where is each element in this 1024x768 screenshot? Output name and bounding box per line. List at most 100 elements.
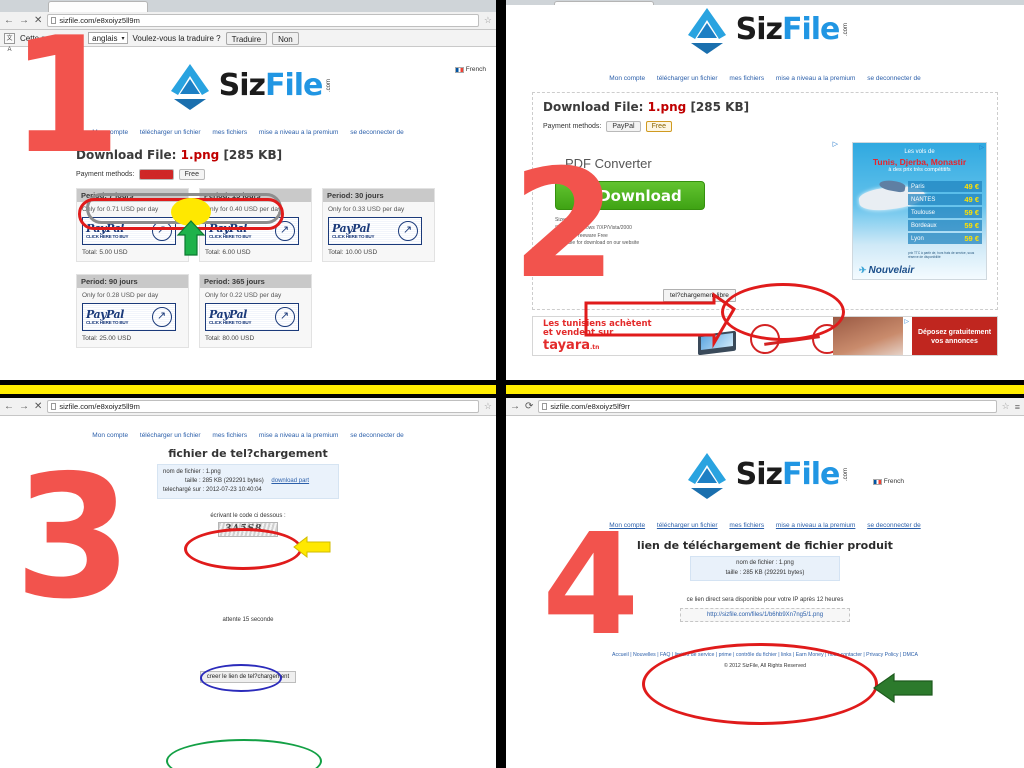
language-indicator-4[interactable]: French bbox=[872, 478, 904, 485]
annotation-red-oval-4 bbox=[642, 643, 878, 725]
payment-free-tab-1[interactable]: Free bbox=[178, 169, 205, 180]
ad-choices-icon[interactable]: ▷ bbox=[904, 318, 909, 325]
nav-item-deconnecter[interactable]: se deconnecter de bbox=[867, 75, 920, 82]
paypal-buy-button[interactable]: PayPal CLICK HERE TO BUY bbox=[82, 303, 176, 331]
bookmark-star-icon[interactable]: ☆ bbox=[1002, 401, 1010, 412]
ad-download-button[interactable]: ⬇ Download bbox=[555, 181, 705, 210]
nav-item-mon-compte[interactable]: Mon compte bbox=[92, 432, 128, 439]
annotation-red-oval-2 bbox=[721, 283, 845, 341]
banner-cta[interactable]: Déposez gratuitement vos annonces bbox=[912, 317, 997, 355]
address-bar-1[interactable]: sizfile.com/e8xoiyz5ll9m bbox=[47, 14, 479, 27]
pricing-card[interactable]: Period: 30 jours Only for 0.33 USD per d… bbox=[322, 188, 435, 262]
translate-button[interactable]: Traduire bbox=[225, 31, 268, 45]
nav-item-mes-fichiers[interactable]: mes fichiers bbox=[729, 75, 764, 82]
footer-link-dmca[interactable]: DMCA bbox=[903, 652, 918, 658]
payment-methods-label: Payment methods: bbox=[76, 171, 135, 178]
browser-navbar-4: → ⟳ sizfile.com/e8xoiyz5lf9rr ☆ ≡ bbox=[506, 398, 1024, 416]
site-logo-1[interactable]: SizFile .com bbox=[0, 61, 496, 111]
ad-meta-license: License: Freeware Free bbox=[555, 232, 608, 239]
nav-item-mes-fichiers[interactable]: mes fichiers bbox=[212, 432, 247, 439]
paypal-sublabel: CLICK HERE TO BUY bbox=[86, 233, 129, 239]
ad-choices-icon[interactable]: ▷ bbox=[833, 140, 838, 148]
footer-link-nouvelles[interactable]: Nouvelles bbox=[633, 652, 656, 658]
price-row: Toulouse 59 € bbox=[908, 207, 982, 218]
sky-ad-container[interactable]: ▷ Les vols de Tunis, Djerba, Monastir à … bbox=[852, 142, 987, 280]
translate-language-select[interactable]: anglais bbox=[88, 32, 128, 45]
bookmark-star-icon[interactable]: ☆ bbox=[484, 401, 492, 412]
nav-item-telecharger[interactable]: télécharger un fichier bbox=[657, 522, 718, 529]
back-icon[interactable]: ← bbox=[4, 401, 14, 412]
browser-menu-icon[interactable]: ≡ bbox=[1015, 402, 1020, 412]
paypal-buy-button[interactable]: PayPal CLICK HERE TO BUY bbox=[205, 303, 299, 331]
site-logo-4[interactable]: SizFile .com bbox=[506, 450, 1024, 500]
site-wordmark: SizFile bbox=[736, 15, 841, 45]
nav-item-mon-compte[interactable]: Mon compte bbox=[609, 522, 645, 529]
forward-icon[interactable]: → bbox=[19, 401, 29, 412]
footer-link-privacy[interactable]: Privacy Policy bbox=[866, 652, 898, 658]
nav-item-mes-fichiers[interactable]: mes fichiers bbox=[212, 129, 247, 136]
stop-icon[interactable]: ✕ bbox=[34, 401, 42, 412]
ad-download-label: Download bbox=[598, 186, 682, 205]
address-bar-url: sizfile.com/e8xoiyz5ll9m bbox=[59, 402, 140, 411]
pricing-card[interactable]: Period: 90 jours Only for 0.28 USD per d… bbox=[76, 274, 189, 348]
main-nav-1: Mon compte télécharger un fichier mes fi… bbox=[0, 129, 496, 136]
file-name-row: nom de fichier : 1.png bbox=[163, 469, 221, 475]
nav-item-mon-compte[interactable]: Mon compte bbox=[92, 129, 128, 136]
forward-icon[interactable]: → bbox=[19, 15, 29, 26]
pricing-cards-row-2: Period: 90 jours Only for 0.28 USD per d… bbox=[76, 274, 496, 348]
price-city: Bordeaux bbox=[911, 222, 937, 229]
translate-bar-1: 文A Cette page est en anglais Voulez-vous… bbox=[0, 30, 496, 53]
browser-navbar-3: ← → ✕ sizfile.com/e8xoiyz5ll9m ☆ bbox=[0, 398, 496, 416]
bookmark-star-icon[interactable]: ☆ bbox=[484, 15, 492, 26]
nav-item-premium[interactable]: mise a niveau a la premium bbox=[776, 75, 855, 82]
nav-item-deconnecter[interactable]: se deconnecter de bbox=[867, 522, 920, 529]
payment-free-tab-2[interactable]: Free bbox=[645, 121, 672, 132]
site-logo-2[interactable]: SizFile .com bbox=[506, 5, 1024, 55]
annotation-red-oval-3 bbox=[184, 528, 302, 570]
language-label: French bbox=[883, 478, 904, 485]
stop-icon[interactable]: ✕ bbox=[34, 15, 42, 26]
nav-item-premium[interactable]: mise a niveau a la premium bbox=[259, 129, 338, 136]
nav-item-telecharger[interactable]: télécharger un fichier bbox=[657, 75, 718, 82]
page-content-2: SizFile .com Mon compte télécharger un f… bbox=[506, 5, 1024, 380]
download-arrow-icon: ⬇ bbox=[578, 188, 594, 203]
uploaded-value: 2012-07-23 10:40:04 bbox=[206, 487, 262, 493]
page-content-3: Mon compte télécharger un fichier mes fi… bbox=[0, 432, 496, 768]
annotation-green-arrow-4 bbox=[872, 672, 933, 704]
language-indicator-1[interactable]: French bbox=[454, 66, 486, 73]
nav-item-deconnecter[interactable]: se deconnecter de bbox=[350, 432, 403, 439]
nav-item-deconnecter[interactable]: se deconnecter de bbox=[350, 129, 403, 136]
sky-ad-line3: à des prix très compétitifs bbox=[888, 167, 951, 173]
back-icon[interactable]: ← bbox=[4, 15, 14, 26]
page-title-3: fichier de tel?chargement bbox=[168, 447, 328, 460]
payment-paypal-tab-1[interactable]: PayPal bbox=[139, 169, 174, 180]
paypal-buy-button[interactable]: PayPal CLICK HERE TO BUY bbox=[328, 217, 422, 245]
download-file-heading-2: Download File: 1.png [285 KB] bbox=[543, 100, 987, 114]
pdf-converter-ad[interactable]: ▷ PDF Converter ⬇ Download Size: 1.75Mb … bbox=[543, 140, 842, 280]
browser-tab[interactable] bbox=[48, 1, 148, 12]
nav-item-premium[interactable]: mise a niveau a la premium bbox=[776, 522, 855, 529]
nouvelair-ad[interactable]: ▷ Les vols de Tunis, Djerba, Monastir à … bbox=[852, 142, 987, 280]
ad-title: PDF Converter bbox=[565, 156, 652, 171]
file-uploaded-row: telechargé sur : 2012-07-23 10:40:04 bbox=[163, 487, 262, 493]
nav-item-telecharger[interactable]: télécharger un fichier bbox=[140, 129, 201, 136]
nav-item-mon-compte[interactable]: Mon compte bbox=[609, 75, 645, 82]
paypal-sublabel: CLICK HERE TO BUY bbox=[209, 319, 252, 325]
direct-download-link[interactable]: download part bbox=[271, 478, 309, 484]
nav-item-telecharger[interactable]: télécharger un fichier bbox=[140, 432, 201, 439]
address-bar-3[interactable]: sizfile.com/e8xoiyz5ll9m bbox=[47, 400, 479, 413]
translate-decline-button[interactable]: Non bbox=[272, 31, 299, 45]
footer-link-accueil[interactable]: Accueil bbox=[612, 652, 629, 658]
generated-file-link[interactable]: http://sizfile.com/files/1/b6hb9Xn7ng5/1… bbox=[680, 608, 850, 623]
forward-icon[interactable]: → bbox=[510, 401, 520, 412]
nav-item-premium[interactable]: mise a niveau a la premium bbox=[259, 432, 338, 439]
paypal-label: PayPal bbox=[332, 221, 370, 235]
reload-icon[interactable]: ⟳ bbox=[525, 401, 533, 412]
sky-ad-line2: Tunis, Djerba, Monastir bbox=[872, 157, 967, 167]
nav-item-mes-fichiers[interactable]: mes fichiers bbox=[729, 522, 764, 529]
address-bar-4[interactable]: sizfile.com/e8xoiyz5lf9rr bbox=[538, 400, 997, 413]
pricing-card[interactable]: Period: 365 jours Only for 0.22 USD per … bbox=[199, 274, 312, 348]
sky-ad-price-list: Paris 49 € NANTES 49 € Toulouse 59 € Bor… bbox=[908, 181, 982, 246]
payment-paypal-tab-2[interactable]: PayPal bbox=[606, 121, 641, 132]
banner-brand-text: tayara bbox=[543, 337, 591, 353]
